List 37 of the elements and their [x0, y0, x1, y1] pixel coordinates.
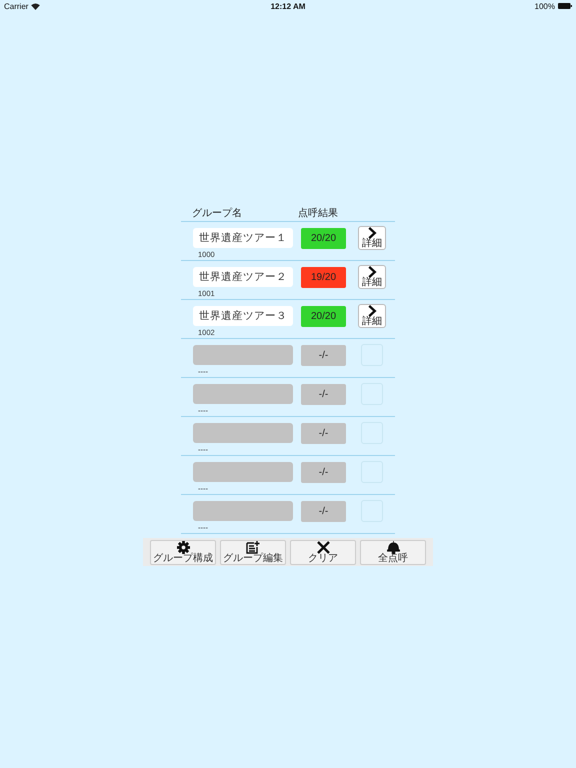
chevron-icon [367, 266, 377, 278]
group-name-field[interactable] [193, 462, 293, 482]
group-name-field[interactable]: 世界遺産ツアー３ [193, 306, 293, 326]
roll-call-result: 20/20 [301, 306, 346, 326]
detail-button[interactable]: 詳細 [358, 265, 386, 289]
roll-call-result: -/- [301, 500, 346, 522]
column-header: 点呼結果 [298, 206, 338, 220]
detail-button[interactable]: 詳細 [358, 226, 386, 250]
roll-call-result: 20/20 [301, 228, 346, 248]
roll-call-result: -/- [301, 422, 346, 444]
roll-call-result: -/- [301, 384, 346, 404]
chevron-icon [367, 227, 377, 239]
chevron-icon [367, 305, 377, 317]
group-name-field[interactable] [193, 345, 293, 365]
group-name-field[interactable]: 世界遺産ツアー２ [193, 267, 293, 287]
close-icon [316, 540, 330, 554]
roll-call-result: -/- [301, 344, 346, 366]
document-plus-icon [246, 540, 260, 554]
gear-icon [176, 540, 190, 554]
carrier-label: Carrier [4, 2, 28, 10]
battery-icon [558, 3, 572, 9]
group-name-field[interactable] [193, 384, 293, 404]
battery-percent: 100% [534, 2, 555, 10]
group-name-field[interactable] [193, 501, 293, 521]
toolbar-button[interactable]: グループ編集 [220, 540, 286, 564]
clock-time: 12:12 AM [270, 2, 306, 10]
toolbar-button[interactable]: クリア [290, 540, 356, 564]
column-header: グループ名 [192, 206, 243, 220]
bell-icon [386, 540, 400, 554]
wifi-icon [31, 2, 40, 10]
group-name-field[interactable] [193, 423, 293, 443]
detail-button[interactable]: 詳細 [358, 304, 386, 328]
toolbar-button[interactable]: グループ構成 [150, 540, 216, 564]
roll-call-result: -/- [301, 462, 346, 482]
roll-call-result: 19/20 [301, 266, 346, 288]
toolbar-button[interactable]: 全点呼 [360, 540, 426, 564]
group-name-field[interactable]: 世界遺産ツアー１ [193, 228, 293, 248]
